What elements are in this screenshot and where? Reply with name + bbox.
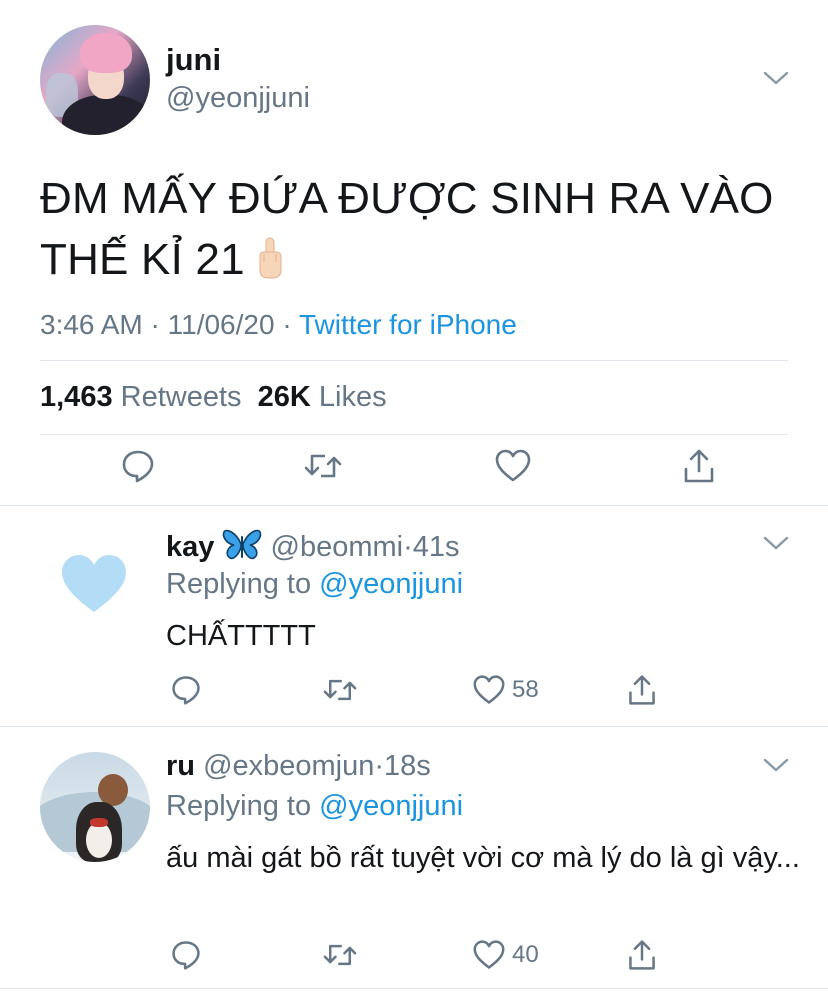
retweets-stat[interactable]: 1,463 Retweets <box>40 381 242 413</box>
divider <box>40 360 788 361</box>
likes-count: 26K <box>257 381 311 413</box>
share-icon <box>629 940 655 970</box>
like-button[interactable]: 58 <box>472 674 539 706</box>
light-blue-heart-avatar[interactable] <box>58 552 130 616</box>
likes-label: Likes <box>318 381 387 413</box>
reply-icon <box>172 941 200 970</box>
reply-author[interactable]: kay @beommi·41s <box>166 528 460 570</box>
replying-label: Replying to <box>166 568 312 600</box>
share-button[interactable] <box>620 933 664 977</box>
retweets-label: Retweets <box>120 381 242 413</box>
reply-icon <box>122 450 154 483</box>
retweet-button[interactable] <box>318 933 362 977</box>
reply-icon <box>172 676 200 705</box>
tweet-meta: 3:46 AM · 11/06/20 · Twitter for iPhone <box>40 309 517 341</box>
reply-author-handle: @exbeomjun <box>203 750 375 782</box>
reply-text: CHẤTTTTT <box>166 620 316 652</box>
chevron-down-icon[interactable] <box>763 535 789 551</box>
reply-author-handle: @beommi <box>270 531 404 563</box>
penguin-avatar[interactable] <box>40 752 150 862</box>
reply-button[interactable] <box>116 444 160 488</box>
chevron-down-icon[interactable] <box>763 757 789 773</box>
heart-icon <box>495 449 531 482</box>
reply-author[interactable]: ru @exbeomjun·18s <box>166 750 431 783</box>
meta-separator: · <box>374 750 385 782</box>
share-icon <box>684 449 714 483</box>
share-icon <box>629 675 655 705</box>
tweet-stats: 1,463 Retweets 26K Likes <box>40 381 387 414</box>
tweet-text-line-2: THẾ KỈ 21 <box>40 235 245 284</box>
retweet-icon <box>323 944 357 966</box>
reply-author-name: ru <box>166 750 195 782</box>
replying-mention-link[interactable]: @yeonjjuni <box>319 790 463 822</box>
reply-text: ấu mài gát bồ rất tuyệt vời cơ mà lý do … <box>166 842 800 874</box>
reply-button[interactable] <box>164 668 208 712</box>
tweet-text-line-1: ĐM MẤY ĐỨA ĐƯỢC SINH RA VÀO <box>40 174 774 223</box>
replying-to: Replying to @yeonjjuni <box>166 790 463 823</box>
like-button[interactable]: 40 <box>472 939 539 971</box>
replying-to: Replying to @yeonjjuni <box>166 568 463 601</box>
like-button[interactable] <box>491 444 535 488</box>
like-count: 40 <box>512 941 539 968</box>
tweet-text: ĐM MẤY ĐỨA ĐƯỢC SINH RA VÀO THẾ KỈ 21 <box>40 168 800 296</box>
chevron-down-icon[interactable] <box>763 70 789 86</box>
main-tweet: juni @yeonjjuni ĐM MẤY ĐỨA ĐƯỢC SINH RA … <box>0 0 828 506</box>
retweets-count: 1,463 <box>40 381 113 413</box>
retweet-icon <box>304 454 342 478</box>
retweet-icon <box>323 679 357 701</box>
divider <box>40 434 788 435</box>
author-avatar[interactable] <box>40 25 150 135</box>
middle-finger-emoji-icon <box>255 235 285 296</box>
reply-button[interactable] <box>164 933 208 977</box>
author-name[interactable]: juni <box>166 42 221 78</box>
meta-separator: · <box>150 309 160 340</box>
likes-stat[interactable]: 26K Likes <box>258 381 387 413</box>
reply-time: 41s <box>412 531 460 563</box>
meta-separator: · <box>282 309 292 340</box>
reply-time: 18s <box>384 750 431 782</box>
butterfly-emoji-icon <box>222 528 262 570</box>
tweet-detail-page: juni @yeonjjuni ĐM MẤY ĐỨA ĐƯỢC SINH RA … <box>0 0 828 991</box>
replying-mention-link[interactable]: @yeonjjuni <box>319 568 463 600</box>
like-count: 58 <box>512 676 539 703</box>
divider <box>0 988 828 989</box>
retweet-button[interactable] <box>301 444 345 488</box>
author-handle[interactable]: @yeonjjuni <box>166 82 310 115</box>
heart-icon <box>473 675 505 704</box>
reply-author-name: kay <box>166 531 215 563</box>
share-button[interactable] <box>620 668 664 712</box>
replying-label: Replying to <box>166 790 312 822</box>
tweet-time: 3:46 AM <box>40 309 143 340</box>
divider <box>0 726 828 727</box>
retweet-button[interactable] <box>318 668 362 712</box>
tweet-source-link[interactable]: Twitter for iPhone <box>299 309 517 340</box>
share-button[interactable] <box>677 444 721 488</box>
meta-separator: · <box>403 531 413 563</box>
heart-icon <box>473 940 505 969</box>
tweet-date: 11/06/20 <box>167 309 275 340</box>
